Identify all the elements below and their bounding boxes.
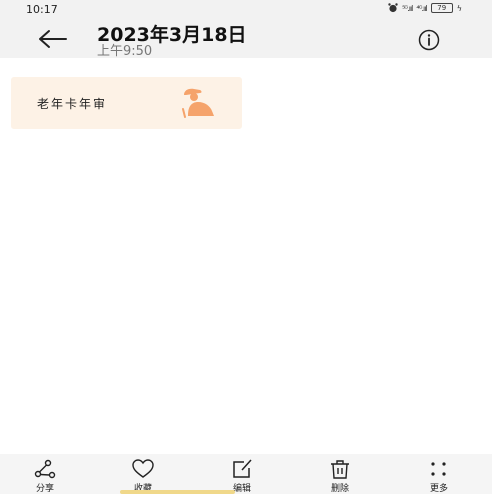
- note-card[interactable]: 老年卡年审: [11, 77, 242, 129]
- favorite-button[interactable]: 收藏: [115, 458, 171, 494]
- signal-5g: ⁵ᴳ.ııl: [402, 3, 413, 13]
- charging-icon: ϟ: [456, 3, 462, 13]
- share-icon: [34, 459, 56, 479]
- edit-icon: [233, 459, 252, 478]
- back-button[interactable]: [36, 28, 70, 50]
- back-arrow-icon: [39, 30, 67, 48]
- status-time: 10:17: [26, 3, 58, 16]
- more-dots-icon: [431, 462, 446, 476]
- info-button[interactable]: [418, 29, 440, 51]
- page-subtitle-time: 上午9:50: [97, 44, 153, 59]
- heart-icon: [132, 459, 154, 478]
- note-card-text: 老年卡年审: [37, 97, 108, 111]
- delete-label: 删除: [330, 484, 349, 494]
- bottom-toolbar: 分享 收藏 编辑 删除 更多: [0, 454, 492, 494]
- info-icon: [418, 29, 440, 51]
- share-button[interactable]: 分享: [17, 458, 73, 494]
- status-bar: 10:17 ⁵ᴳ.ııl ⁴ᴳ.ııl 79 ϟ: [0, 0, 492, 18]
- delete-button[interactable]: 删除: [312, 458, 368, 494]
- trash-icon: [331, 460, 349, 479]
- status-icons: ⁵ᴳ.ııl ⁴ᴳ.ııl 79 ϟ: [388, 3, 462, 13]
- share-label: 分享: [35, 484, 54, 494]
- header: 2023年3月18日 上午9:50: [0, 18, 492, 59]
- more-button[interactable]: 更多: [411, 458, 467, 494]
- more-label: 更多: [429, 484, 448, 494]
- alarm-icon: [388, 3, 398, 13]
- signal-4g: ⁴ᴳ.ııl: [416, 3, 427, 13]
- bottom-indicator: [120, 490, 235, 494]
- edit-button[interactable]: 编辑: [214, 458, 270, 494]
- battery-icon: 79: [430, 3, 453, 13]
- elderly-person-icon: [182, 88, 214, 118]
